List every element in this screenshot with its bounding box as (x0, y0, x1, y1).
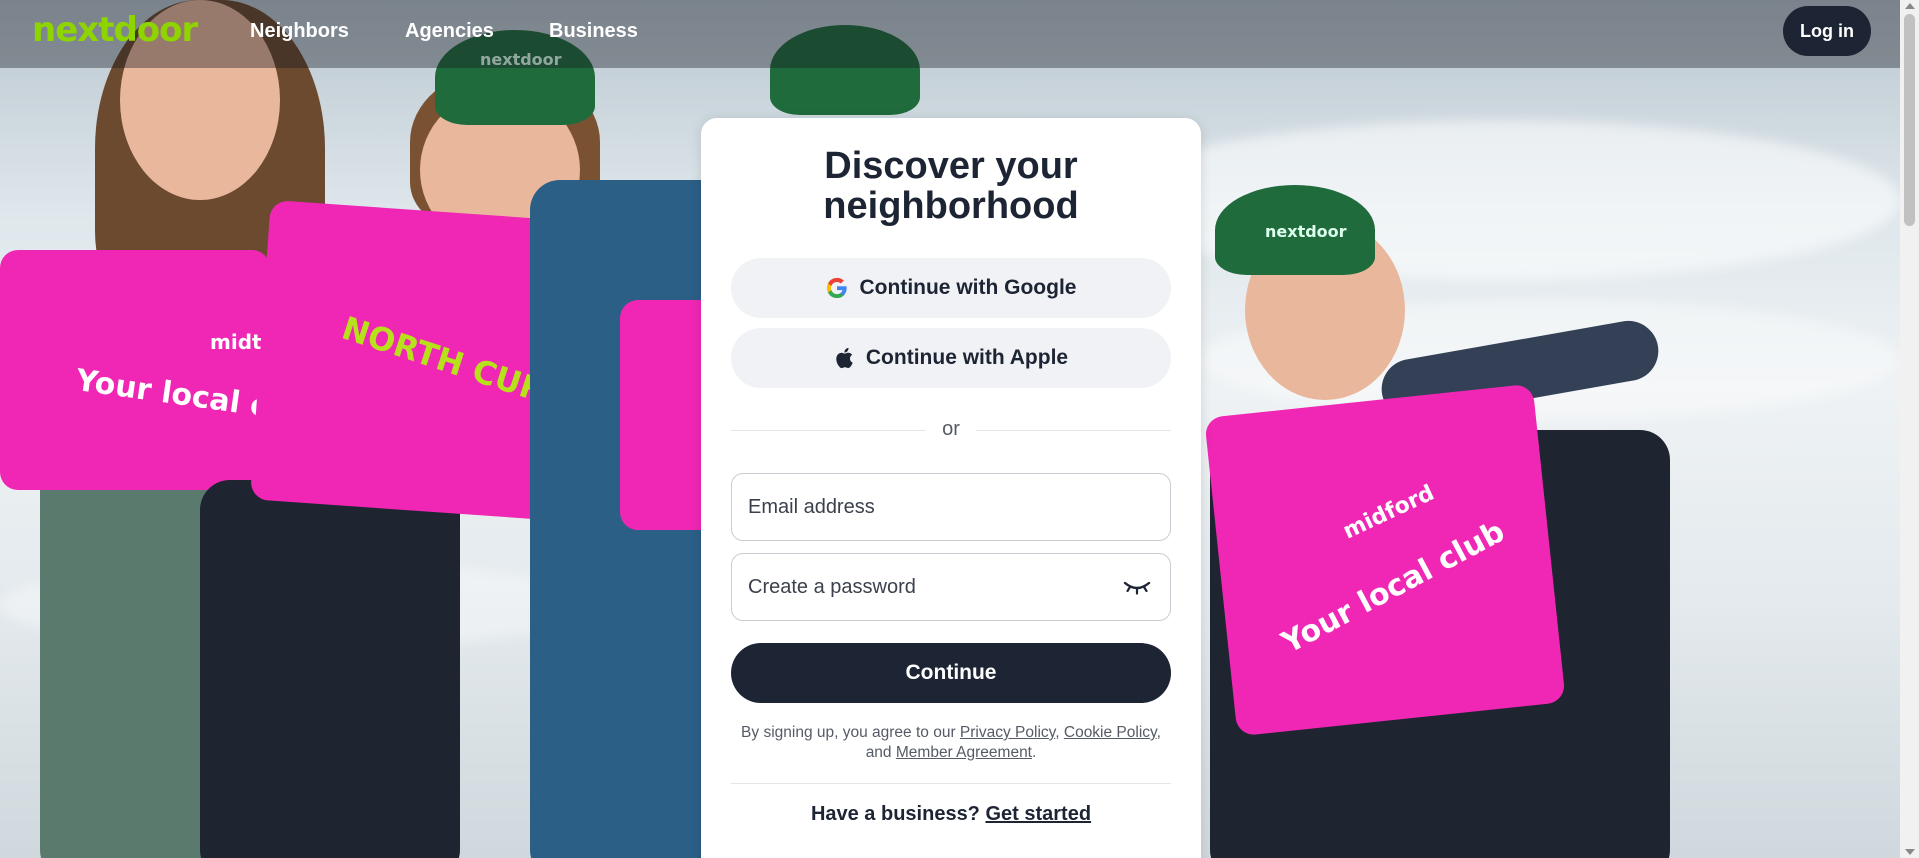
terms-prefix: By signing up, you agree to our (741, 724, 956, 741)
scroll-down-arrow-icon[interactable] (1905, 849, 1915, 855)
cookie-policy-link[interactable]: Cookie Policy (1064, 724, 1157, 741)
page-scrollbar[interactable] (1900, 0, 1919, 858)
terms-notice: By signing up, you agree to our Privacy … (731, 723, 1171, 763)
divider-right (976, 430, 1171, 431)
password-field[interactable] (731, 553, 1171, 621)
title-line-1: Discover your (824, 145, 1078, 187)
continue-with-google-button[interactable]: Continue with Google (731, 258, 1171, 318)
google-button-label: Continue with Google (859, 276, 1077, 299)
nextdoor-logo[interactable]: nextdoor (32, 10, 198, 50)
email-field[interactable] (731, 473, 1171, 541)
password-input[interactable] (746, 554, 1110, 620)
scroll-up-arrow-icon[interactable] (1905, 3, 1915, 9)
nav-link-neighbors[interactable]: Neighbors (250, 20, 349, 43)
page: Your local club midt nextdoor NORTH CURL… (0, 0, 1919, 858)
scrollbar-thumb[interactable] (1904, 14, 1915, 226)
terms-period: . (1032, 744, 1037, 761)
privacy-policy-link[interactable]: Privacy Policy (960, 724, 1055, 741)
nav-link-business[interactable]: Business (549, 20, 638, 43)
email-input[interactable] (746, 474, 1110, 540)
title-line-2: neighborhood (823, 185, 1079, 227)
apple-button-label: Continue with Apple (865, 346, 1069, 369)
apple-icon (834, 347, 854, 369)
card-separator (731, 783, 1171, 784)
member-agreement-link[interactable]: Member Agreement (896, 744, 1032, 761)
business-prompt: Have a business? Get started (701, 803, 1201, 826)
continue-with-apple-button[interactable]: Continue with Apple (731, 328, 1171, 388)
nav-link-agencies[interactable]: Agencies (405, 20, 494, 43)
login-button[interactable]: Log in (1783, 6, 1871, 56)
terms-comma: , (1055, 724, 1060, 741)
top-nav: nextdoor Neighbors Agencies Business Log… (0, 0, 1900, 68)
google-icon (826, 277, 848, 299)
signup-card: Discover your neighborhood Continue with… (701, 118, 1201, 858)
eye-closed-icon[interactable] (1122, 574, 1152, 598)
get-started-link[interactable]: Get started (985, 803, 1091, 825)
business-prompt-text: Have a business? (810, 803, 980, 825)
continue-button[interactable]: Continue (731, 643, 1171, 703)
page-title: Discover your neighborhood (701, 146, 1201, 226)
